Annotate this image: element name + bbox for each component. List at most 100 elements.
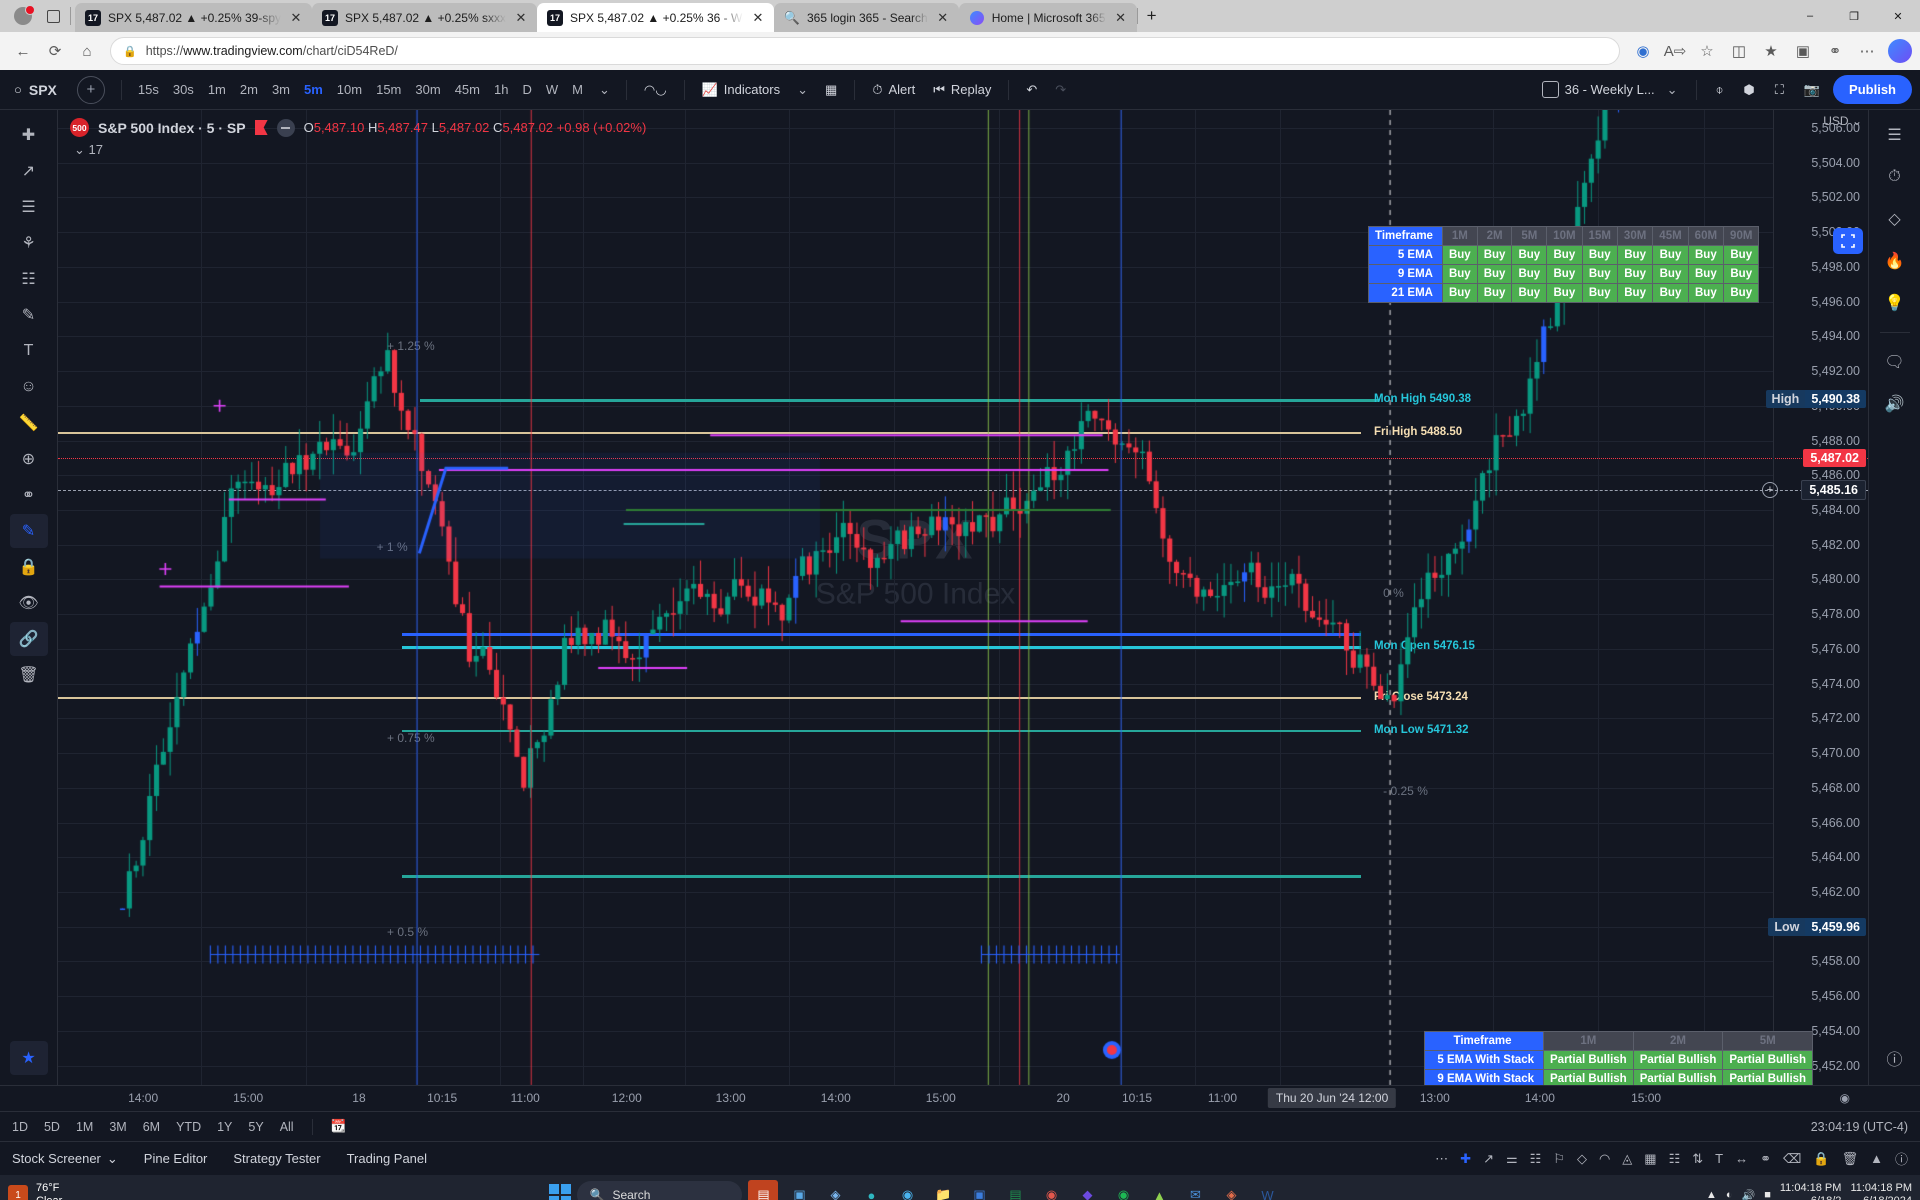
price-line[interactable] [58,457,1868,459]
trend-line-icon[interactable]: ↗ [1483,1151,1494,1167]
copilot-icon[interactable]: ◈ [820,1180,850,1200]
eraser-icon[interactable]: ⌫ [1783,1151,1801,1167]
chevron-up-icon[interactable]: ▲ [1870,1151,1883,1166]
chevron-up-icon[interactable]: ▲ [1706,1189,1717,1200]
alert-icon[interactable]: ⏱ [1876,160,1914,194]
profile-button[interactable] [6,0,40,32]
price-line[interactable] [401,730,1362,733]
range-6M[interactable]: 6M [143,1120,160,1134]
price-line[interactable] [401,633,1362,637]
patterns-icon[interactable]: ◠ [1599,1151,1610,1167]
tab-trading-panel[interactable]: Trading Panel [347,1151,427,1166]
crosshair-icon[interactable]: ✚ [10,118,48,152]
fib-icon[interactable]: ☷ [1530,1151,1542,1167]
calendar-arrow-icon[interactable]: 📆 [331,1119,347,1134]
interval-15m[interactable]: 15m [370,77,407,102]
layers-icon[interactable]: ◇ [1876,202,1914,236]
copilot-icon[interactable] [1888,39,1912,63]
favorite-icon[interactable]: ☆ [1692,36,1722,66]
tab-close-icon[interactable]: ✕ [513,10,529,26]
interval-more-icon[interactable]: ⌄ [593,77,616,103]
hotlist-icon[interactable]: 🔥 [1876,244,1914,278]
interval-5m[interactable]: 5m [298,77,329,102]
forecast-icon[interactable]: ◬ [1622,1151,1632,1167]
text-icon[interactable]: T [10,334,48,368]
ruler-icon[interactable]: ↔ [1735,1151,1748,1166]
interval-30m[interactable]: 30m [409,77,446,102]
hide-series-icon[interactable] [276,118,295,137]
range-5D[interactable]: 5D [44,1120,60,1134]
ideas-icon[interactable]: 💡 [1876,286,1914,320]
interval-M[interactable]: M [566,77,589,102]
watchlist-icon[interactable]: ☰ [1876,118,1914,152]
app2-icon[interactable]: ◈ [1216,1180,1246,1200]
tab-list-icon[interactable] [40,0,66,32]
tab-pine-editor[interactable]: Pine Editor [144,1151,208,1166]
undo-icon[interactable]: ↶ [1019,77,1044,103]
brush-icon[interactable]: ✎ [10,298,48,332]
time-axis[interactable]: ◉ 14:00 15:00 18 10:15 11:00 12:00 13:00 14:00 1… [0,1085,1920,1111]
spotify-icon[interactable]: ◉ [1108,1180,1138,1200]
chart-icon[interactable]: ▲ [1144,1180,1174,1200]
text-icon[interactable]: T [1715,1151,1723,1166]
battery-icon[interactable]: ■ [1764,1189,1771,1200]
gear-icon[interactable]: ⬢ [1736,77,1761,103]
range-1M[interactable]: 1M [76,1120,93,1134]
weather-widget[interactable]: 1 76°F Clear [8,1182,126,1200]
price-line[interactable] [420,399,1380,403]
help-icon[interactable]: ⓘ [1876,1041,1914,1075]
range-1Y[interactable]: 1Y [217,1120,232,1134]
pitchfork-icon[interactable]: ⚌ [1506,1151,1518,1167]
templates-grid-icon[interactable]: ▦ [818,77,844,103]
long-short-icon[interactable]: ⇅ [1692,1151,1703,1167]
favorites-icon[interactable]: ★ [9,1041,48,1075]
start-button-icon[interactable] [549,1184,572,1200]
close-button[interactable]: ✕ [1876,0,1920,32]
layout-name-label[interactable]: 36 - Weekly L... [1565,82,1655,97]
range-All[interactable]: All [280,1120,294,1134]
shopping-icon[interactable]: ◉ [1628,36,1658,66]
layout-chevron-down-icon[interactable]: ⌄ [1661,77,1684,103]
mail-icon[interactable]: ✉ [1180,1180,1210,1200]
interval-15s[interactable]: 15s [132,77,165,102]
teams-icon[interactable]: ● [856,1180,886,1200]
range-3M[interactable]: 3M [109,1120,126,1134]
interval-30s[interactable]: 30s [167,77,200,102]
price-line[interactable] [401,646,1362,650]
collections-icon[interactable]: ▣ [1788,36,1818,66]
interval-W[interactable]: W [540,77,564,102]
new-tab-button[interactable]: + [1138,2,1166,30]
excel-icon[interactable]: ▤ [1000,1180,1030,1200]
favorites-bar-icon[interactable]: ★ [1756,36,1786,66]
link-icon[interactable]: 🔗 [9,622,48,656]
price-line[interactable] [401,874,1362,878]
minimize-button[interactable]: – [1788,0,1832,32]
more-options-icon[interactable]: ⋯ [1852,36,1882,66]
maximize-button[interactable]: ❐ [1832,0,1876,32]
shapes-icon[interactable]: ◇ [1577,1151,1587,1167]
dots-grid-icon[interactable]: ⋯ [1435,1151,1448,1167]
range-5Y[interactable]: 5Y [248,1120,263,1134]
browser-tab[interactable]: 🔍 365 login 365 - Search ✕ [773,3,959,32]
range-YTD[interactable]: YTD [176,1120,201,1134]
broadcast-icon[interactable]: 🔊 [1876,387,1914,421]
flag-icon[interactable]: ⚐ [1553,1151,1565,1167]
price-line[interactable] [58,696,1362,699]
alert-button[interactable]: ⏱ Alert [865,77,922,103]
measure-icon[interactable]: 📏 [10,406,48,440]
split-screen-icon[interactable]: ◫ [1724,36,1754,66]
taskview-icon[interactable]: ▣ [784,1180,814,1200]
tab-stock-screener[interactable]: Stock Screener ⌄ [12,1151,118,1167]
crosshair-icon[interactable]: ✚ [1460,1151,1471,1167]
emoji-icon[interactable]: ☺ [10,370,48,404]
app-icon[interactable]: ◆ [1072,1180,1102,1200]
interval-1m[interactable]: 1m [202,77,232,102]
bars-pattern-icon[interactable]: ▦ [1644,1151,1656,1167]
interval-1h[interactable]: 1h [488,77,514,102]
browser-tab[interactable]: 17 SPX 5,487.02 ▲ +0.25% sxxx ✕ [312,3,537,32]
measure-icon[interactable]: ☷ [1669,1151,1681,1167]
expand-table-button[interactable] [1833,228,1863,254]
magnet-icon[interactable]: ⚭ [1760,1151,1771,1167]
indicators-chevron-down-icon[interactable]: ⌄ [791,77,814,103]
add-symbol-button[interactable]: + [76,75,105,104]
